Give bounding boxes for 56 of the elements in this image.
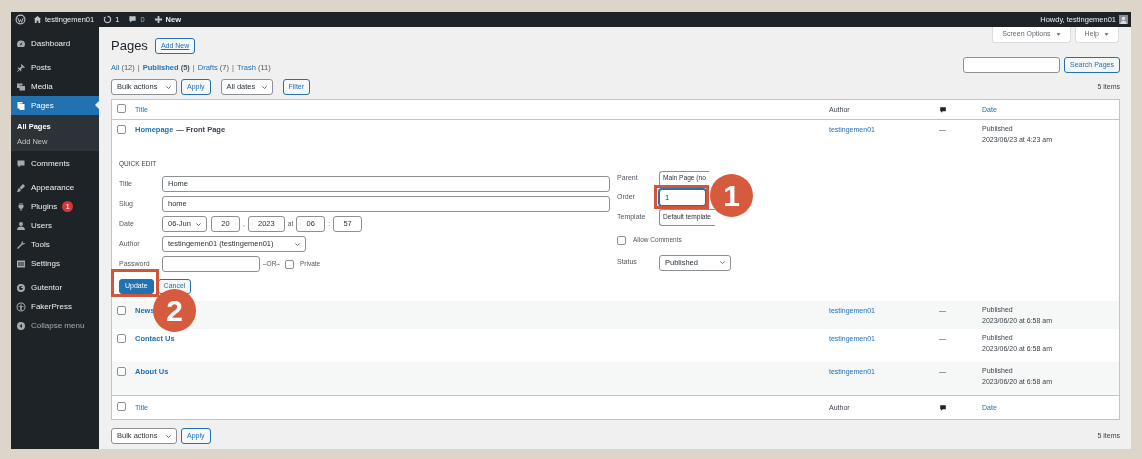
comment-icon xyxy=(128,15,138,24)
gauge-icon xyxy=(16,38,26,49)
chevron-icon xyxy=(165,83,172,91)
chevron-icon xyxy=(719,259,726,266)
row-checkbox[interactable] xyxy=(117,334,126,343)
row-checkbox[interactable] xyxy=(117,125,126,134)
private-checkbox[interactable] xyxy=(285,259,294,269)
wrench-icon xyxy=(16,239,26,250)
menu-item[interactable]: Plugins 1 xyxy=(11,197,99,216)
select-all-checkbox[interactable] xyxy=(117,401,126,411)
row-checkbox[interactable] xyxy=(117,367,126,376)
search-field[interactable] xyxy=(963,57,1060,73)
menu-item[interactable]: Users xyxy=(11,216,99,235)
comment-icon xyxy=(939,403,947,412)
menu-item[interactable]: Pages xyxy=(11,96,99,115)
row-checkbox[interactable] xyxy=(117,306,126,315)
plus-icon xyxy=(153,15,163,24)
select-all-checkbox[interactable] xyxy=(117,103,126,113)
logo-icon xyxy=(15,14,26,25)
pin-icon xyxy=(16,62,26,73)
menu-item[interactable]: Appearance xyxy=(11,178,99,197)
sliders-icon xyxy=(16,258,26,269)
house-icon xyxy=(33,15,42,24)
menu-item[interactable]: Comments xyxy=(11,154,99,173)
avatar-icon xyxy=(1119,15,1128,24)
password-field[interactable] xyxy=(162,256,260,272)
chevron-icon xyxy=(195,220,202,228)
chevron-icon xyxy=(294,240,301,248)
menu-item[interactable]: Tools xyxy=(11,235,99,254)
comment-icon xyxy=(939,105,947,114)
caret-icon xyxy=(1104,32,1109,37)
menu-item[interactable]: Settings xyxy=(11,254,99,273)
media-icon xyxy=(16,81,26,92)
pages-icon xyxy=(16,100,26,111)
allow-comments-checkbox[interactable] xyxy=(617,235,626,245)
comment-icon xyxy=(16,158,26,169)
menu-item[interactable]: Posts xyxy=(11,58,99,77)
chevron-icon xyxy=(165,432,172,440)
count-badge: 1 xyxy=(62,201,74,212)
ring-icon xyxy=(16,282,26,293)
menu-item[interactable]: Collapse menu xyxy=(11,316,99,335)
collapse-icon xyxy=(16,320,26,331)
page-title: Pages xyxy=(111,38,148,54)
brush-icon xyxy=(16,182,26,193)
chevron-icon xyxy=(260,83,268,91)
refresh-icon xyxy=(103,15,113,24)
user-icon xyxy=(16,220,26,231)
caret-icon xyxy=(1055,32,1061,37)
figure-icon xyxy=(16,301,26,312)
menu-item[interactable]: FakerPress xyxy=(11,297,99,316)
highlight-frame xyxy=(654,185,709,209)
menu-item[interactable]: Gutentor xyxy=(11,278,99,297)
menu-item[interactable]: Dashboard xyxy=(11,34,99,53)
plug-icon xyxy=(16,201,26,212)
highlight-frame xyxy=(111,269,159,297)
menu-item[interactable]: Media xyxy=(11,77,99,96)
